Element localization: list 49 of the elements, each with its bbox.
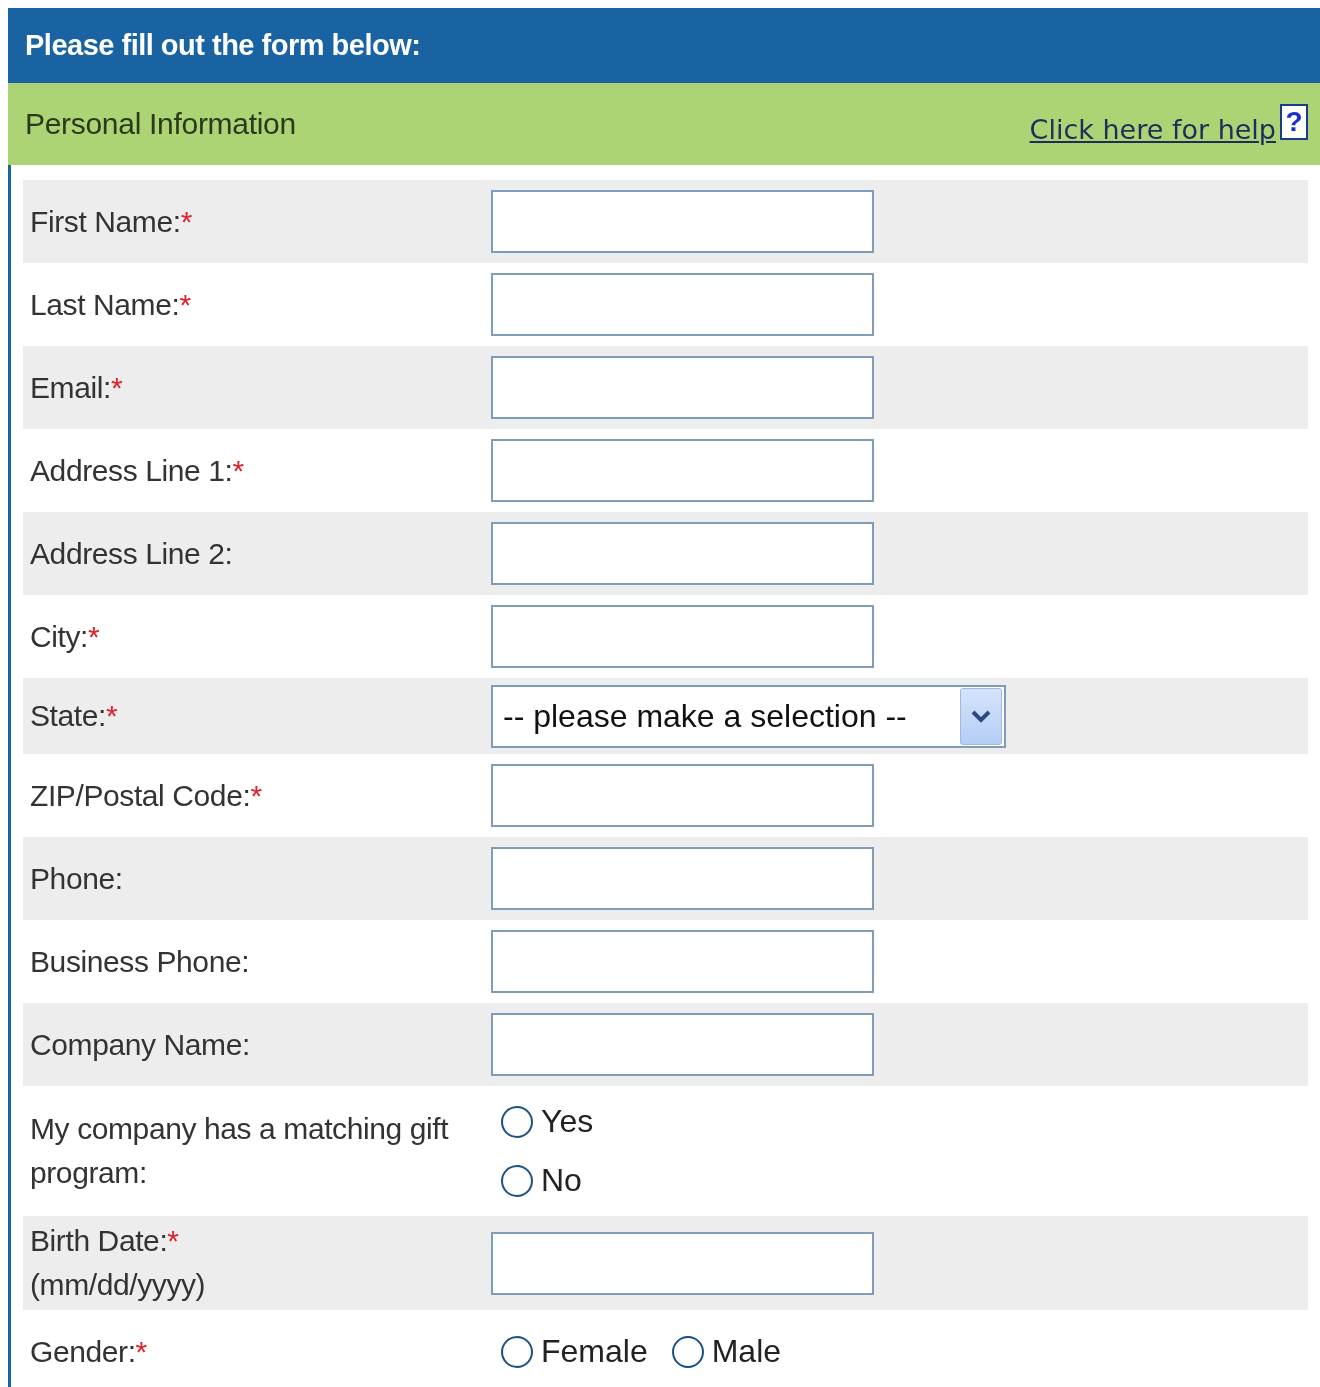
text-field[interactable] bbox=[491, 356, 874, 419]
text-field[interactable] bbox=[491, 1231, 874, 1295]
help-link[interactable]: Click here for help bbox=[1029, 113, 1276, 145]
radio-button[interactable] bbox=[671, 1335, 704, 1368]
form-title: Please fill out the form below: bbox=[25, 29, 421, 62]
field-label: Address Line 1: bbox=[30, 452, 233, 489]
text-field[interactable] bbox=[491, 1013, 874, 1076]
field-label: City: bbox=[30, 618, 88, 655]
radio-label: Male bbox=[711, 1333, 782, 1370]
field-label: My company has a matching gift program: bbox=[30, 1111, 450, 1191]
required-asterisk: * bbox=[135, 1333, 148, 1370]
help-icon[interactable]: ? bbox=[1280, 103, 1308, 140]
required-asterisk: * bbox=[179, 286, 192, 323]
text-field[interactable] bbox=[491, 273, 874, 336]
required-asterisk: * bbox=[110, 369, 123, 406]
text-field[interactable] bbox=[491, 930, 874, 993]
field-label: Address Line 2: bbox=[30, 535, 233, 572]
required-asterisk: * bbox=[106, 698, 118, 734]
required-asterisk: * bbox=[250, 777, 263, 814]
section-title: Personal Information bbox=[25, 107, 296, 141]
radio-button[interactable] bbox=[501, 1335, 533, 1368]
field-label: Business Phone: bbox=[30, 943, 250, 980]
state-dropdown[interactable]: -- please make a selection -- bbox=[491, 684, 1006, 748]
field-label: Last Name: bbox=[30, 286, 180, 323]
required-asterisk: * bbox=[167, 1223, 179, 1259]
required-asterisk: * bbox=[88, 618, 100, 655]
field-hint: (mm/dd/yyyy) bbox=[30, 1267, 207, 1303]
radio-label: Yes bbox=[541, 1103, 594, 1140]
radio-label: No bbox=[541, 1162, 582, 1199]
required-asterisk: * bbox=[232, 452, 245, 489]
radio-button[interactable] bbox=[501, 1164, 533, 1197]
text-field[interactable] bbox=[491, 847, 874, 910]
radio-label: Female bbox=[541, 1333, 648, 1370]
field-label: ZIP/Postal Code: bbox=[30, 777, 251, 814]
radio-button[interactable] bbox=[501, 1105, 533, 1138]
field-label: Gender: bbox=[30, 1333, 136, 1370]
text-field[interactable] bbox=[491, 605, 874, 668]
text-field[interactable] bbox=[491, 190, 874, 253]
field-label: First Name: bbox=[30, 203, 181, 240]
field-label: State: bbox=[30, 698, 106, 734]
field-label: Company Name: bbox=[30, 1026, 250, 1063]
field-label: Birth Date: bbox=[30, 1223, 168, 1259]
chevron-down-icon bbox=[960, 687, 1002, 745]
required-asterisk: * bbox=[180, 203, 193, 240]
field-label: Phone: bbox=[30, 860, 123, 897]
text-field[interactable] bbox=[491, 522, 874, 585]
text-field[interactable] bbox=[491, 439, 874, 502]
field-label: Email: bbox=[30, 369, 111, 406]
text-field[interactable] bbox=[491, 764, 874, 827]
